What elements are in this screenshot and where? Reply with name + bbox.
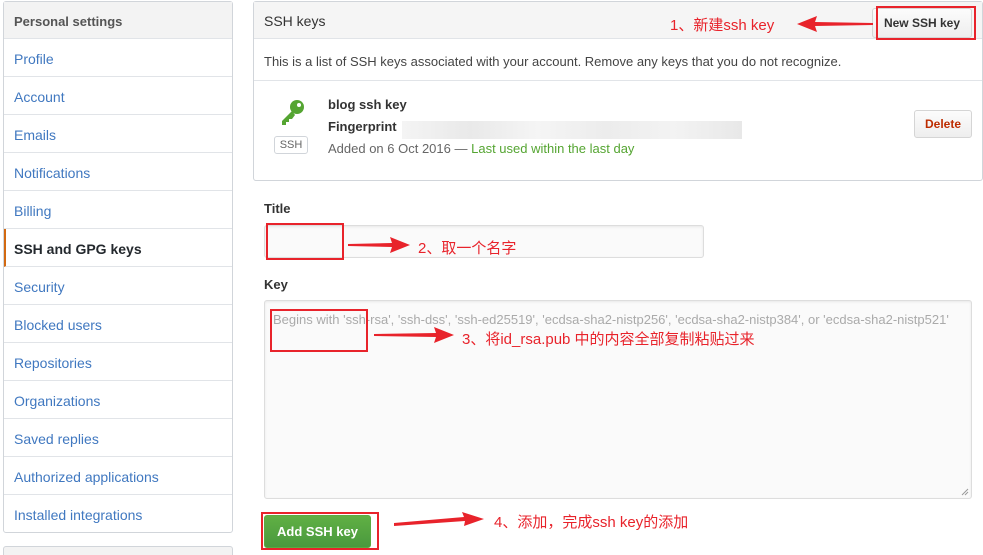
arrow-step-3-icon [374,327,454,343]
secondary-sidebar-panel [3,546,233,555]
sidebar-item-repositories[interactable]: Repositories [4,343,232,381]
sidebar-item-authorized-applications[interactable]: Authorized applications [4,457,232,495]
delete-key-button[interactable]: Delete [914,110,972,138]
key-added-info: Added on 6 Oct 2016 — Last used within t… [328,141,634,156]
ssh-keys-description: This is a list of SSH keys associated wi… [254,39,982,81]
sidebar-header: Personal settings [4,2,232,39]
key-icon [282,100,304,125]
annotation-box-key [270,309,368,352]
ssh-keys-title: SSH keys [264,13,326,29]
annotation-step-4: 4、添加，完成ssh key的添加 [494,514,689,531]
fingerprint-label: Fingerprint [328,119,397,134]
key-added-date: Added on 6 Oct 2016 — [328,141,472,156]
ssh-badge: SSH [274,136,308,154]
sidebar-item-ssh-gpg-keys[interactable]: SSH and GPG keys [4,229,232,267]
annotation-box-new-key [876,6,976,40]
ssh-key-name: blog ssh key [328,97,407,112]
annotation-box-add [261,512,379,550]
arrow-step-4-icon [394,512,484,526]
sidebar-item-security[interactable]: Security [4,267,232,305]
arrow-step-2-icon [348,237,410,253]
sidebar-item-billing[interactable]: Billing [4,191,232,229]
annotation-box-title [266,223,344,260]
sidebar-item-notifications[interactable]: Notifications [4,153,232,191]
annotation-step-1: 1、新建ssh key [670,17,775,34]
sidebar-item-installed-integrations[interactable]: Installed integrations [4,495,232,533]
fingerprint-redacted [402,121,742,139]
sidebar-item-account[interactable]: Account [4,77,232,115]
sidebar-item-blocked-users[interactable]: Blocked users [4,305,232,343]
sidebar-item-organizations[interactable]: Organizations [4,381,232,419]
key-last-used: Last used within the last day [471,141,635,156]
key-label: Key [264,277,288,292]
sidebar-item-profile[interactable]: Profile [4,39,232,77]
annotation-step-3: 3、将id_rsa.pub 中的内容全部复制粘贴过来 [462,331,755,348]
ssh-key-row: SSH blog ssh key Fingerprint Added on 6 … [254,81,982,180]
resize-grip-icon[interactable] [961,488,969,496]
sidebar-item-saved-replies[interactable]: Saved replies [4,419,232,457]
settings-sidebar: Personal settings Profile Account Emails… [3,1,233,533]
arrow-step-1-icon [797,16,873,32]
title-label: Title [264,201,291,216]
sidebar-item-emails[interactable]: Emails [4,115,232,153]
annotation-step-2: 2、取一个名字 [418,240,517,257]
